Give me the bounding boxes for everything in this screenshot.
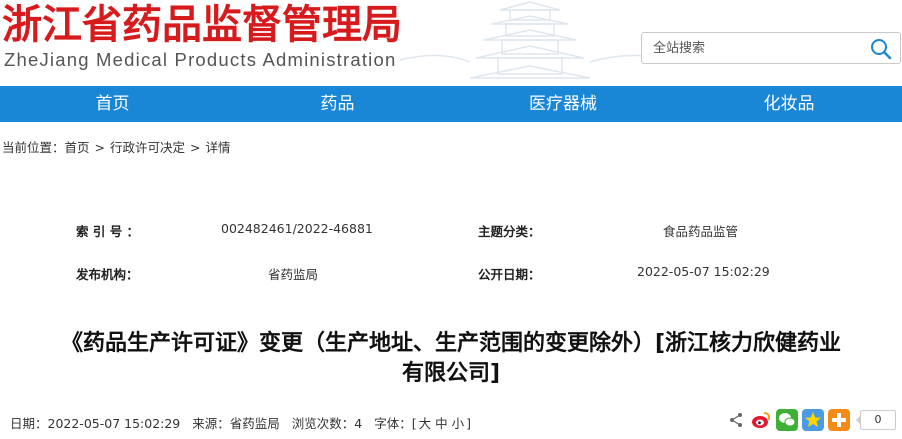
article-title-line-2: 有限公司]: [401, 361, 501, 386]
font-size-end: ]: [466, 416, 472, 431]
site-header: 浙江省药品监督管理局 ZheJiang Medical Products Adm…: [0, 0, 902, 86]
nav-item-home[interactable]: 首页: [0, 86, 225, 122]
main-nav: 首页 药品 医疗器械 化妆品: [0, 86, 902, 122]
article-source: 来源：省药监局: [192, 416, 280, 431]
qzone-button[interactable]: [802, 409, 824, 431]
share-icon: [730, 413, 742, 427]
more-share-button[interactable]: [828, 409, 850, 431]
publish-date-label: 公开日期：: [478, 267, 541, 282]
qzone-icon: [802, 409, 824, 431]
index-number-label: 索 引 号 ：: [76, 224, 140, 239]
breadcrumb: 当前位置：首页 > 行政许可决定 > 详情: [2, 137, 231, 156]
search-input[interactable]: [642, 33, 862, 63]
breadcrumb-current: 详情: [205, 140, 231, 155]
font-size-large[interactable]: 大: [419, 416, 432, 431]
breadcrumb-prefix: 当前位置：: [2, 140, 65, 155]
publish-date-value: 2022-05-07 15:02:29: [637, 264, 770, 279]
topic-category-label: 主题分类：: [478, 224, 541, 239]
search-box: [641, 32, 901, 64]
article-info-bar: 日期：2022-05-07 15:02:29 来源：省药监局 浏览次数：4 字体…: [10, 413, 479, 432]
topic-category-value: 食品药品监管: [663, 224, 739, 239]
breadcrumb-admin-license[interactable]: 行政许可决定: [110, 140, 185, 155]
font-size-control: 字体：[大中小]: [374, 416, 471, 431]
weibo-icon: [752, 412, 771, 428]
article-title: 《药品生产许可证》变更（生产地址、生产范围的变更除外）[浙江核力欣健药业 有限公…: [0, 329, 902, 389]
index-number-value: 002482461/2022-46881: [221, 221, 373, 236]
weibo-button[interactable]: [750, 409, 772, 431]
nav-item-cosmetics[interactable]: 化妆品: [676, 86, 902, 122]
font-size-label: 字体：[: [374, 416, 417, 431]
plus-icon: [832, 413, 846, 427]
publisher-label: 发布机构：: [76, 267, 139, 282]
nav-item-medical-devices[interactable]: 医疗器械: [450, 86, 676, 122]
article-date: 日期：2022-05-07 15:02:29: [10, 416, 181, 431]
site-subtitle: ZheJiang Medical Products Administration: [4, 49, 397, 70]
breadcrumb-separator: >: [94, 140, 106, 155]
font-size-medium[interactable]: 中: [435, 416, 448, 431]
share-bar: 0: [728, 408, 896, 432]
site-title[interactable]: 浙江省药品监督管理局: [2, 2, 402, 48]
nav-item-drugs[interactable]: 药品: [225, 86, 450, 122]
publisher-value: 省药监局: [268, 267, 319, 282]
search-icon[interactable]: [870, 38, 892, 60]
article-views: 浏览次数：4: [291, 416, 363, 431]
breadcrumb-home[interactable]: 首页: [65, 140, 90, 155]
wechat-icon: [776, 409, 798, 431]
font-size-small[interactable]: 小: [452, 416, 465, 431]
pagoda-watermark-icon: [399, 1, 671, 79]
wechat-button[interactable]: [776, 409, 798, 431]
share-count: 0: [856, 410, 896, 430]
breadcrumb-separator: >: [190, 140, 201, 155]
article-title-line-1: 《药品生产许可证》变更（生产地址、生产范围的变更除外）[浙江核力欣健药业: [60, 331, 842, 356]
